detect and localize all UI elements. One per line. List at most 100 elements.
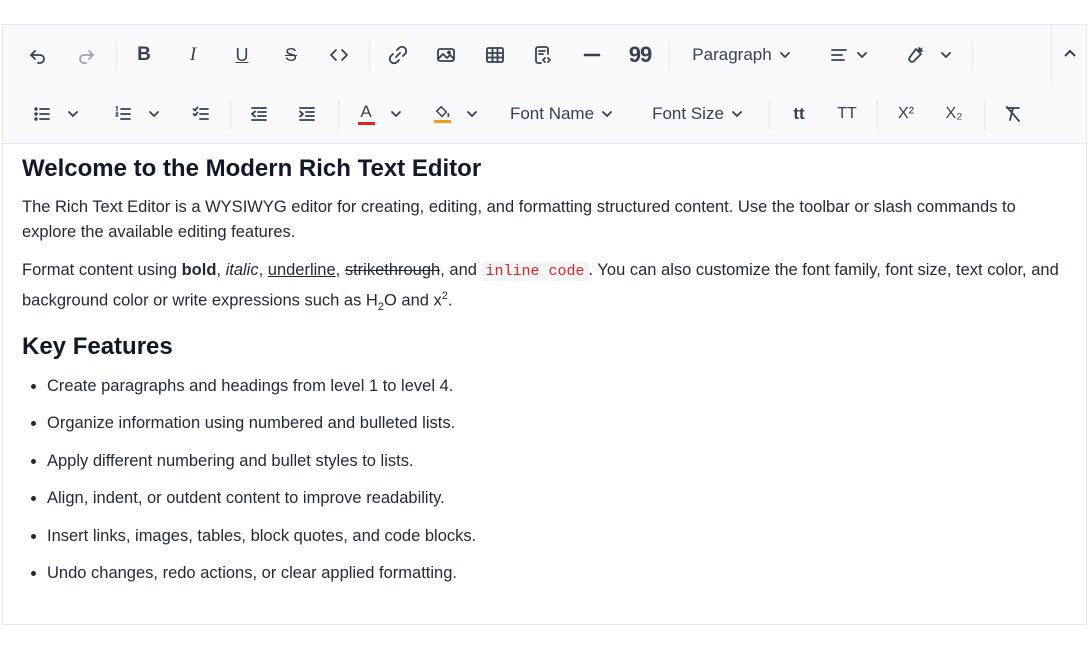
superscript-icon: X² — [898, 105, 914, 122]
subscript-button[interactable]: X₂ — [936, 96, 972, 132]
indent-button[interactable] — [289, 96, 325, 132]
insert-table-button[interactable] — [477, 37, 513, 73]
code-block-button[interactable] — [525, 37, 561, 73]
underline-icon: U — [235, 44, 249, 65]
list-item: Undo changes, redo actions, or clear app… — [47, 561, 1062, 586]
heading-2: Key Features — [22, 332, 173, 360]
outdent-button[interactable] — [241, 96, 277, 132]
clear-format-icon — [1006, 106, 1020, 122]
chevron-down-icon — [467, 111, 477, 117]
font-size-dropdown[interactable]: Font Size — [643, 96, 753, 132]
text-segment: , and — [440, 261, 482, 279]
text-segment: Format content using — [22, 261, 182, 279]
code-block-icon — [535, 46, 551, 64]
underline-button[interactable]: U — [224, 37, 260, 73]
toolbar-separator — [972, 41, 973, 71]
toolbar-separator — [984, 100, 985, 130]
horizontal-line-button[interactable] — [574, 37, 610, 73]
list-item: Create paragraphs and headings from leve… — [47, 374, 1062, 399]
italic-text: italic — [225, 261, 259, 279]
editor-content[interactable]: Welcome to the Modern Rich Text Editor T… — [22, 153, 1062, 599]
uppercase-icon: TT — [837, 105, 857, 122]
superscript-button[interactable]: X² — [888, 96, 924, 132]
bulleted-list-dropdown[interactable] — [25, 96, 87, 132]
text-segment: , — [258, 261, 268, 279]
blockquote-button[interactable]: 99 — [622, 37, 658, 73]
checklist-icon — [192, 106, 209, 120]
intro-paragraph: The Rich Text Editor is a WYSIWYG editor… — [22, 198, 1016, 241]
rich-text-editor: B I U S 99 Paragraph A Font Name Font Si… — [2, 24, 1087, 625]
bold-button[interactable]: B — [126, 37, 162, 73]
lowercase-button[interactable]: tt — [781, 96, 817, 132]
paragraph-format-label: Paragraph — [692, 45, 772, 64]
text-segment: O and x — [383, 291, 442, 310]
chevron-down-icon — [149, 111, 159, 117]
font-name-dropdown[interactable]: Font Name — [499, 96, 625, 132]
features-list: Create paragraphs and headings from leve… — [22, 374, 1062, 587]
inline-code-button[interactable] — [321, 37, 357, 73]
insert-image-button[interactable] — [428, 37, 464, 73]
chevron-up-icon — [1063, 49, 1076, 57]
checklist-button[interactable] — [183, 96, 219, 132]
toolbar-separator — [230, 100, 231, 130]
list-item: Organize information using numbered and … — [47, 411, 1062, 436]
chevron-down-icon — [732, 111, 742, 117]
link-icon — [388, 45, 408, 65]
list-item: Align, indent, or outdent content to imp… — [47, 486, 1062, 511]
horizontal-line-icon — [583, 53, 601, 57]
numbered-list-icon — [115, 105, 131, 120]
font-color-dropdown[interactable]: A — [351, 96, 409, 132]
list-item: Apply different numbering and bullet sty… — [47, 449, 1062, 474]
toolbar-row-2: A Font Name Font Size tt TT X² X₂ — [3, 85, 1051, 143]
format-painter-icon — [908, 47, 923, 63]
bold-icon: B — [137, 44, 151, 65]
chevron-down-icon — [68, 111, 78, 117]
toolbar-separator — [369, 41, 370, 71]
chevron-down-icon — [390, 111, 401, 117]
italic-button[interactable]: I — [175, 37, 211, 73]
strikethrough-text: strikethrough — [344, 261, 441, 279]
font-color-icon: A — [357, 103, 375, 125]
chevron-down-icon — [779, 52, 790, 58]
italic-icon: I — [189, 44, 197, 65]
text-segment: , — [335, 261, 345, 279]
font-name-label: Font Name — [509, 104, 595, 123]
strikethrough-icon: S — [284, 44, 297, 65]
background-color-dropdown[interactable] — [427, 96, 485, 132]
chevron-down-icon — [941, 52, 951, 58]
clear-format-button[interactable] — [995, 96, 1031, 132]
undo-button[interactable] — [20, 37, 56, 73]
collapse-toolbar-button[interactable] — [1051, 25, 1087, 83]
list-item: Insert links, images, tables, block quot… — [47, 524, 1062, 549]
redo-button[interactable] — [68, 37, 104, 73]
toolbar-separator — [338, 100, 339, 130]
toolbar: B I U S 99 Paragraph A Font Name Font Si… — [3, 25, 1086, 144]
subscript-icon: X₂ — [945, 105, 963, 122]
outdent-icon — [251, 107, 267, 121]
strikethrough-button[interactable]: S — [273, 37, 309, 73]
align-icon — [831, 49, 847, 61]
table-icon — [486, 47, 504, 63]
toolbar-separator — [769, 100, 770, 130]
numbered-list-dropdown[interactable] — [106, 96, 168, 132]
format-painter-dropdown[interactable] — [897, 37, 961, 73]
insert-link-button[interactable] — [380, 37, 416, 73]
text-segment: . — [447, 291, 453, 310]
heading-1: Welcome to the Modern Rich Text Editor — [22, 155, 482, 182]
toolbar-separator — [116, 41, 117, 71]
undo-icon — [30, 50, 45, 64]
lowercase-icon: tt — [793, 104, 805, 123]
chevron-down-icon — [602, 111, 612, 117]
font-size-label: Font Size — [652, 104, 724, 123]
indent-icon — [299, 107, 315, 121]
text-segment: , — [216, 261, 226, 279]
paragraph-format-dropdown[interactable]: Paragraph — [682, 37, 802, 73]
uppercase-button[interactable]: TT — [829, 96, 865, 132]
underline-text: underline — [267, 261, 336, 279]
toolbar-row-1: B I U S 99 Paragraph — [3, 26, 1051, 84]
toolbar-separator — [877, 100, 878, 130]
redo-icon — [79, 50, 94, 64]
background-color-icon — [433, 105, 451, 123]
bulleted-list-icon — [34, 107, 50, 121]
alignment-dropdown[interactable] — [821, 37, 877, 73]
